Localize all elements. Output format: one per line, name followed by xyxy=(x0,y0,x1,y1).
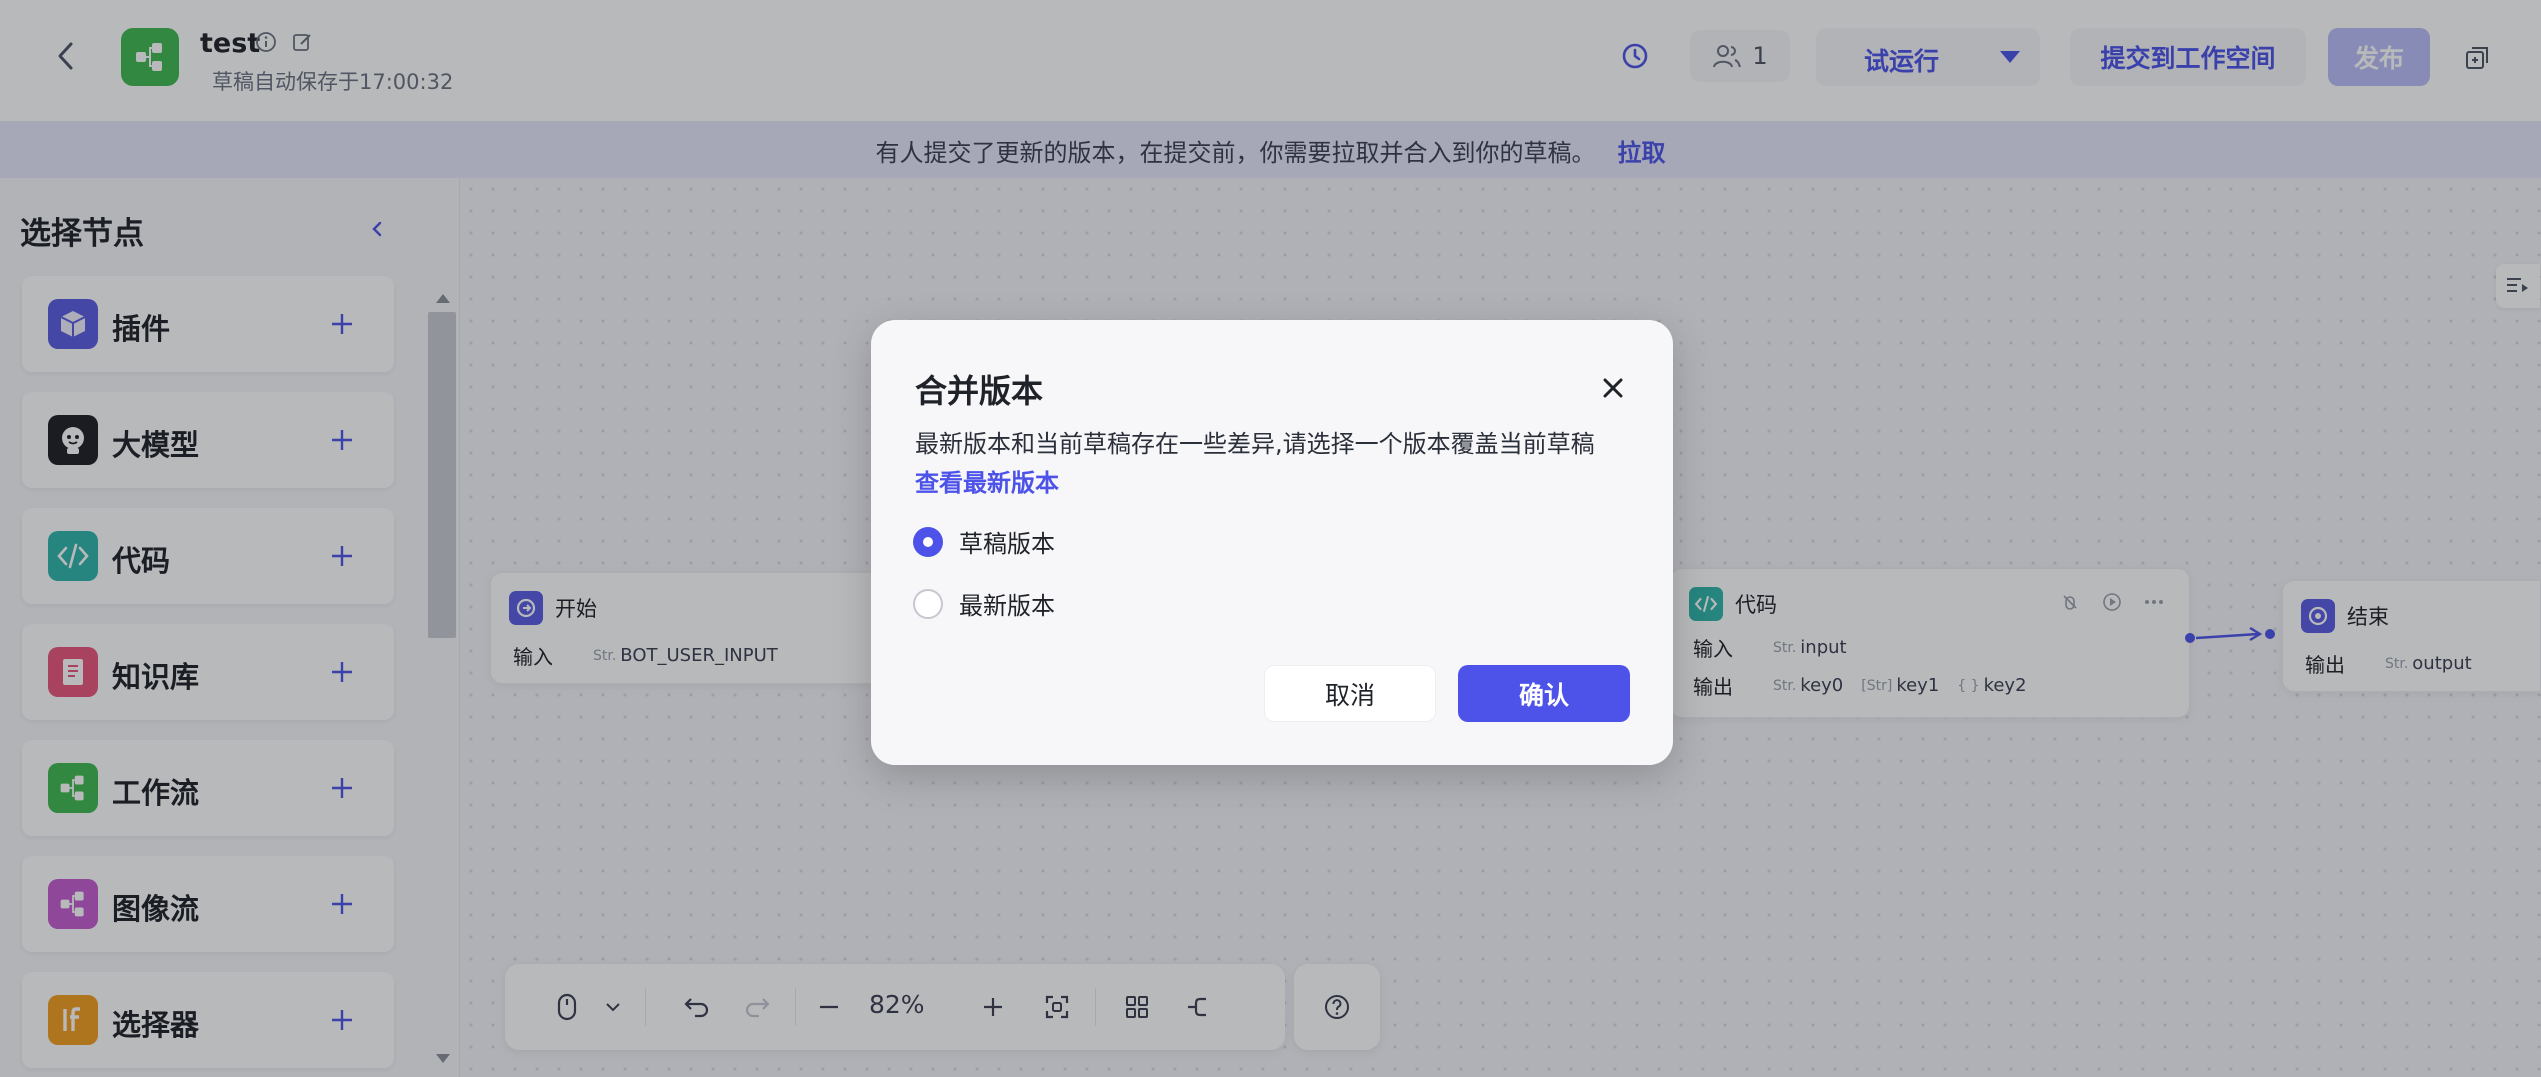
close-icon xyxy=(1603,378,1623,398)
radio-button[interactable] xyxy=(913,588,943,619)
cancel-button[interactable]: 取消 xyxy=(1264,665,1436,722)
dialog-title: 合并版本 xyxy=(915,372,1044,410)
close-button[interactable] xyxy=(1591,366,1635,410)
radio-label: 最新版本 xyxy=(959,592,1055,620)
option-latest-version[interactable]: 最新版本 xyxy=(913,586,1055,621)
view-latest-version-link[interactable]: 查看最新版本 xyxy=(915,463,1059,498)
confirm-button[interactable]: 确认 xyxy=(1458,665,1630,722)
option-draft-version[interactable]: 草稿版本 xyxy=(913,524,1055,559)
dialog-description: 最新版本和当前草稿存在一些差异,请选择一个版本覆盖当前草稿 xyxy=(915,430,1595,458)
radio-button-checked[interactable] xyxy=(913,526,943,557)
merge-version-dialog: 合并版本 最新版本和当前草稿存在一些差异,请选择一个版本覆盖当前草稿 查看最新版… xyxy=(871,320,1673,765)
radio-label: 草稿版本 xyxy=(959,530,1055,558)
